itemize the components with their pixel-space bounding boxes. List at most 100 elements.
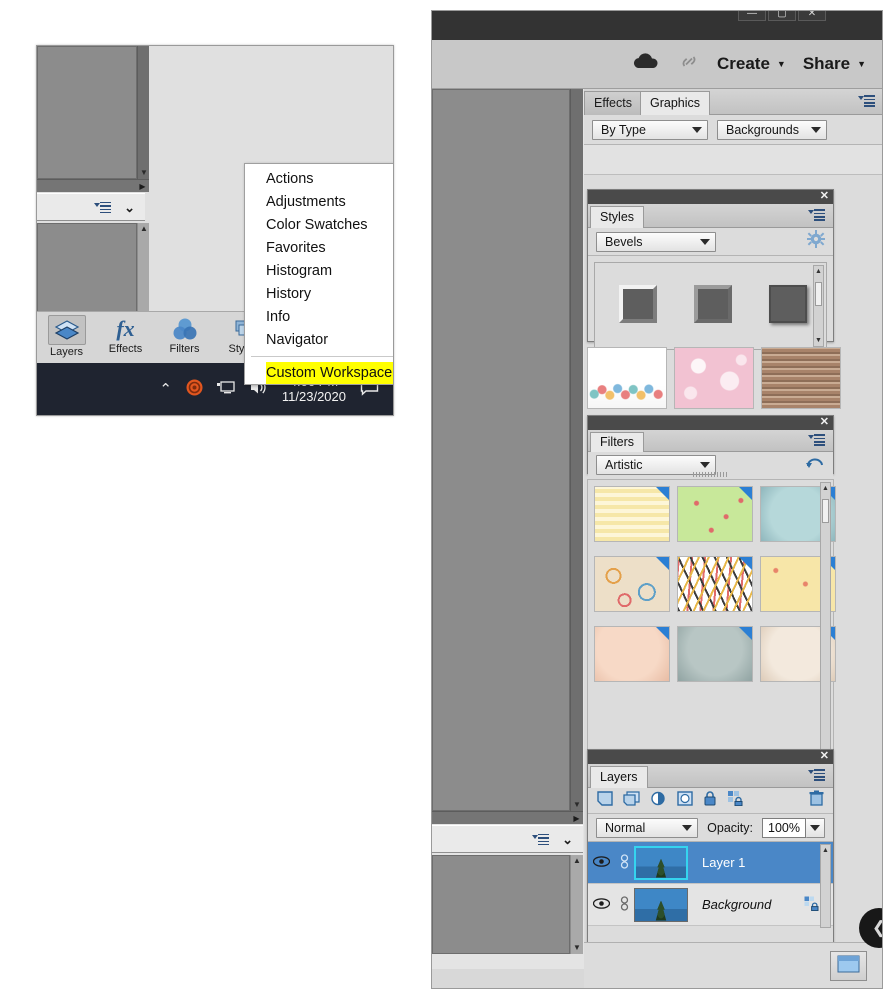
- chevron-down-icon[interactable]: ⌄: [124, 201, 135, 214]
- tab-styles[interactable]: Styles: [590, 206, 645, 228]
- scroll-right-arrow-icon[interactable]: ▶: [571, 812, 582, 825]
- graphics-thumbnail[interactable]: [761, 347, 841, 409]
- scroll-right-arrow-icon[interactable]: ▶: [137, 180, 148, 193]
- styles-vscrollbar[interactable]: ▲ ▼: [813, 265, 824, 347]
- scroll-thumb[interactable]: [822, 499, 829, 523]
- tab-effects[interactable]: Effects: [584, 91, 642, 115]
- visibility-toggle-icon[interactable]: [588, 897, 614, 912]
- orange-swirl-icon[interactable]: [186, 379, 203, 399]
- close-icon[interactable]: ✕: [820, 750, 829, 763]
- panel-menu-icon[interactable]: [532, 833, 550, 845]
- link-icon[interactable]: [678, 52, 700, 77]
- tab-layers[interactable]: Layers: [590, 766, 648, 788]
- scroll-up-arrow-icon[interactable]: ▲: [821, 483, 830, 494]
- styles-panel-menu-icon[interactable]: [808, 209, 826, 221]
- link-indicator-icon[interactable]: [614, 853, 634, 872]
- editor-hscrollbar[interactable]: ▶: [432, 811, 583, 824]
- style-swatch[interactable]: [619, 285, 657, 323]
- lock-layer-icon[interactable]: [703, 790, 717, 811]
- delete-layer-icon[interactable]: [809, 790, 824, 811]
- filters-vscrollbar[interactable]: ▲ ▼: [820, 482, 831, 759]
- maximize-icon[interactable]: ▢: [768, 11, 796, 21]
- opacity-dropdown-button[interactable]: [806, 817, 825, 838]
- layers-panel-menu-icon[interactable]: [808, 769, 826, 781]
- scroll-down-arrow-icon[interactable]: ▼: [814, 335, 823, 346]
- graphics-thumbnail[interactable]: [587, 347, 667, 409]
- undo-icon[interactable]: [805, 454, 825, 476]
- close-icon[interactable]: ✕: [820, 190, 829, 203]
- graphics-thumbnail[interactable]: [674, 347, 754, 409]
- layer-thumbnail[interactable]: [634, 887, 688, 922]
- scroll-up-arrow-icon[interactable]: ▲: [821, 845, 830, 856]
- scroll-down-arrow-icon[interactable]: ▼: [571, 799, 583, 811]
- menu-item-actions[interactable]: Actions: [245, 168, 393, 191]
- graphics-panel-menu-icon[interactable]: [858, 95, 876, 107]
- layers-panel-header[interactable]: ✕: [588, 750, 833, 764]
- scroll-up-arrow-icon[interactable]: ▲: [571, 855, 583, 867]
- minimize-icon[interactable]: —: [738, 11, 766, 21]
- panel-button-filters[interactable]: Filters: [155, 312, 214, 364]
- layer-thumbnail[interactable]: [634, 845, 688, 880]
- menu-item-histogram[interactable]: Histogram: [245, 260, 393, 283]
- filter-thumbnail[interactable]: [594, 486, 670, 542]
- left-upper-hscrollbar[interactable]: ▶: [37, 179, 149, 192]
- graphics-category-dropdown[interactable]: Backgrounds: [717, 119, 827, 140]
- styles-panel-header[interactable]: ✕: [588, 190, 833, 204]
- close-icon[interactable]: ✕: [820, 416, 829, 429]
- create-button[interactable]: Create: [717, 54, 770, 74]
- left-upper-vscrollbar[interactable]: ▼: [137, 46, 149, 179]
- menu-item-info[interactable]: Info: [245, 306, 393, 329]
- blend-mode-dropdown[interactable]: Normal: [596, 817, 699, 838]
- layers-vscrollbar[interactable]: ▲: [820, 844, 831, 928]
- filter-thumbnail[interactable]: [677, 486, 753, 542]
- menu-item-history[interactable]: History: [245, 283, 393, 306]
- menu-item-color-swatches[interactable]: Color Swatches: [245, 214, 393, 237]
- opacity-input[interactable]: 100%: [762, 817, 806, 838]
- link-indicator-icon[interactable]: [614, 895, 634, 914]
- create-caret-icon[interactable]: ▼: [777, 59, 786, 69]
- tab-graphics[interactable]: Graphics: [640, 91, 711, 115]
- panel-menu-icon[interactable]: [94, 201, 112, 213]
- panel-button-effects[interactable]: fx Effects: [96, 312, 155, 364]
- share-caret-icon[interactable]: ▼: [857, 59, 866, 69]
- adjustment-layer-icon[interactable]: [650, 791, 667, 811]
- layer-mask-icon[interactable]: [677, 790, 693, 811]
- chevron-up-icon[interactable]: ⌃: [159, 382, 172, 397]
- panel-bin-toggle-button[interactable]: [830, 951, 867, 981]
- graphics-bytype-dropdown[interactable]: By Type: [592, 119, 708, 140]
- style-swatch[interactable]: [769, 285, 807, 323]
- scroll-up-arrow-icon[interactable]: ▲: [814, 266, 823, 277]
- styles-category-dropdown[interactable]: Bevels: [596, 231, 716, 252]
- filter-thumbnail[interactable]: [594, 556, 670, 612]
- scroll-down-arrow-icon[interactable]: ▼: [571, 942, 583, 954]
- chevron-down-icon[interactable]: ⌄: [562, 833, 573, 846]
- share-button[interactable]: Share: [803, 54, 850, 74]
- tab-filters[interactable]: Filters: [590, 432, 645, 452]
- close-icon[interactable]: ✕: [798, 11, 826, 21]
- gear-icon[interactable]: [807, 230, 825, 253]
- link-layers-icon[interactable]: [727, 790, 746, 811]
- filter-thumbnail[interactable]: [677, 626, 753, 682]
- menu-item-navigator[interactable]: Navigator: [245, 329, 393, 352]
- style-swatch[interactable]: [694, 285, 732, 323]
- menu-item-custom-workspace[interactable]: Custom Workspace: [266, 362, 393, 384]
- network-icon[interactable]: [216, 380, 235, 398]
- scroll-thumb[interactable]: [815, 282, 822, 306]
- layer-row[interactable]: Layer 1: [588, 842, 833, 884]
- editor-lower-vscrollbar[interactable]: ▲ ▼: [570, 855, 583, 954]
- new-layer-icon[interactable]: [597, 790, 613, 811]
- filter-thumbnail[interactable]: [677, 556, 753, 612]
- menu-item-favorites[interactable]: Favorites: [245, 237, 393, 260]
- filter-thumbnail[interactable]: [594, 626, 670, 682]
- layer-lock-icon[interactable]: [804, 896, 821, 914]
- filters-panel-menu-icon[interactable]: [808, 434, 826, 446]
- menu-item-adjustments[interactable]: Adjustments: [245, 191, 393, 214]
- editor-upper-vscrollbar[interactable]: ▼: [570, 89, 583, 811]
- panel-button-layers[interactable]: Layers: [37, 312, 96, 364]
- filters-panel-header[interactable]: ✕: [588, 416, 833, 430]
- cloud-icon[interactable]: [631, 52, 661, 76]
- duplicate-layer-icon[interactable]: [623, 790, 640, 811]
- layer-row[interactable]: Background: [588, 884, 833, 926]
- visibility-toggle-icon[interactable]: [588, 855, 614, 870]
- panel-resize-grip[interactable]: [692, 472, 729, 477]
